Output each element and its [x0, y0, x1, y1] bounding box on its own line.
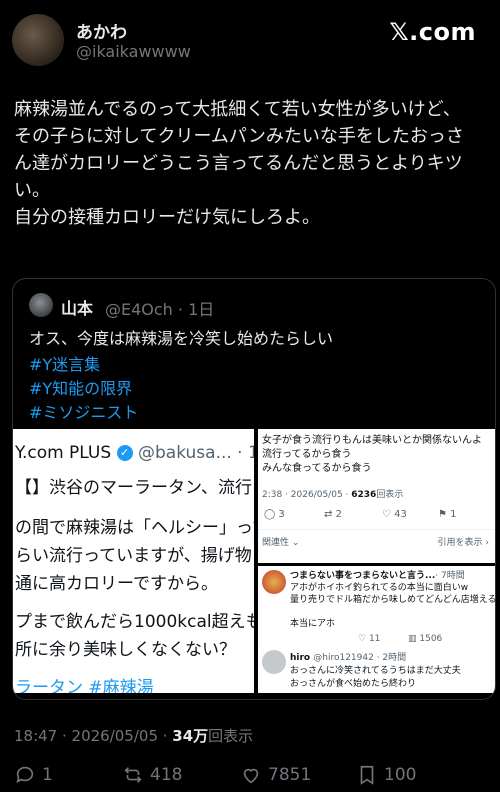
image-timestamp: 2:38 · 2026/05/05 · 6236回表示	[262, 487, 403, 500]
image-bookmark-stat: ⚑ 1	[438, 509, 457, 520]
view-count: 34万	[172, 727, 209, 745]
image-view-count: 6236	[351, 490, 377, 500]
hashtag-link[interactable]: #Y迷言集	[29, 351, 100, 375]
image-time: 2:38 · 2026/05/05 ·	[262, 490, 352, 500]
reply-like-stat: ♡ 11	[358, 634, 381, 644]
user-handle[interactable]: @ikaikawwww	[76, 42, 191, 61]
image-sort-label: 関連性 ⌄	[262, 538, 300, 548]
reply-avatar	[262, 570, 286, 594]
post-time: 18:47 · 2026/05/05 ·	[14, 727, 173, 745]
image-like-count: 43	[394, 509, 407, 520]
image-header-line: Y.com PLUS ✓ @bakusa... · 15	[15, 443, 254, 463]
view-count-label: 回表示	[208, 727, 254, 745]
image-repost-count: 2	[335, 509, 342, 520]
image-quote-text: 引用を表示	[437, 538, 483, 548]
x-logo: 𝕏.com	[389, 18, 476, 46]
image-text-line: 所に余り美味しくなくない？	[15, 640, 236, 660]
image-text-line: プまで飲んだら1000kcal超えも珍	[15, 612, 254, 632]
like-count: 7851	[268, 765, 312, 785]
image-text-line: 女子が食う流行りもんは美味いとか関係ないんよ	[262, 435, 482, 446]
reply-author-name: hiro	[290, 653, 311, 663]
avatar[interactable]	[12, 14, 64, 66]
quote-text: オス、今度は麻辣湯を冷笑し始めたらしい	[29, 329, 334, 348]
image-sort-text: 関連性	[262, 538, 290, 548]
quote-handle: @E4Och · 1日	[105, 300, 215, 319]
hashtag-link[interactable]: #ミソジニスト	[29, 399, 138, 423]
image-account-name: Y.com PLUS	[15, 443, 112, 463]
post-line: 自分の接種カロリーだけ気にしろよ。	[14, 207, 320, 228]
divider	[258, 529, 495, 530]
image-repost-stat: ⇄ 2	[324, 509, 342, 520]
image-text-line: 【】渋谷のマーラータン、流行り	[15, 478, 254, 498]
post-line: その子らに対してクリームパンみたいな手をしたおっさ	[14, 126, 464, 147]
reply-text-line: おっさんが食べ始めたら終わり	[290, 679, 417, 689]
reply-view-count: 1506	[419, 634, 443, 644]
post-line: ん達がカロリーどうこう言ってるんだと思うとよりキツ	[14, 153, 463, 174]
reply-icon	[16, 766, 34, 783]
hashtag-link[interactable]: #Y知能の限界	[29, 375, 132, 399]
reply-view-stat: ▥ 1506	[408, 634, 443, 644]
repost-button[interactable]: 418	[122, 764, 182, 786]
reply-author: hiro @hiro121942 · 2時間	[290, 650, 406, 663]
post-line: 麻辣湯並んでるのって大抵細くて若い女性が多いけど、	[14, 99, 461, 120]
post-line: い。	[14, 180, 50, 201]
image-bookmark-count: 1	[450, 509, 457, 520]
image-text-line: らい流行っていますが、揚げ物・	[15, 546, 254, 566]
reply-button[interactable]: 1	[14, 764, 53, 786]
quote-display-name: 山本	[61, 299, 94, 318]
image-view-label: 回表示	[376, 490, 404, 500]
post-timestamp[interactable]: 18:47 · 2026/05/05 · 34万回表示	[14, 725, 253, 746]
bookmark-count: 100	[384, 765, 417, 785]
quote-avatar	[29, 293, 53, 317]
display-name[interactable]: あかわ	[76, 18, 127, 43]
reply-count: 1	[42, 765, 53, 785]
bookmark-button[interactable]: 100	[356, 764, 416, 786]
quoted-post[interactable]: 山本 @E4Och · 1日 オス、今度は麻辣湯を冷笑し始めたらしい #Y迷言集…	[12, 278, 496, 700]
post-text: 麻辣湯並んでるのって大抵細くて若い女性が多いけど、 その子らに対してクリームパン…	[14, 96, 490, 231]
attached-image-right-bottom[interactable]: つまらない事をつまらないと言う...· 7時間 アホがホイホイ釣られてるの本当に…	[258, 566, 495, 693]
image-account-handle: @bakusa... · 15	[137, 443, 254, 463]
bookmark-icon	[360, 765, 374, 785]
heart-icon	[243, 768, 259, 784]
image-like-stat: ♡ 43	[382, 509, 407, 520]
attached-image-right-top[interactable]: 女子が食う流行りもんは美味いとか関係ないんよ 流行ってるから食う みんな食ってる…	[258, 429, 495, 563]
reply-text-line: おっさんに冷笑されてるうちはまだ大丈夫	[290, 666, 461, 676]
like-button[interactable]: 7851	[240, 764, 311, 786]
image-text-line: 通に高カロリーですから。	[15, 574, 218, 594]
verified-badge-icon: ✓	[116, 445, 133, 461]
image-text-line: みんな食ってるから食う	[262, 463, 372, 474]
image-reply-stat: ◯ 3	[264, 509, 285, 520]
repost-count: 418	[150, 765, 183, 785]
image-hashtag-line: ラータン #麻辣湯	[15, 678, 154, 693]
reply-avatar	[262, 650, 286, 674]
attached-image-left[interactable]: Y.com PLUS ✓ @bakusa... · 15 【】渋谷のマーラータン…	[13, 429, 254, 693]
image-text-line: 流行ってるから食う	[262, 449, 352, 460]
reply-text-line: 量り売りでドル箱だから味しめてどんどん店増えるしw	[290, 595, 495, 605]
reply-like-count: 11	[368, 634, 381, 644]
repost-icon	[124, 767, 142, 783]
reply-text-line: 本当にアホ	[290, 619, 336, 629]
image-reply-count: 3	[278, 509, 285, 520]
reply-handle: @hiro121942 · 2時間	[313, 653, 407, 663]
image-quote-view: 引用を表示 ›	[437, 538, 489, 548]
image-text-line: の間で麻辣湯は「ヘルシー」って	[15, 518, 254, 538]
